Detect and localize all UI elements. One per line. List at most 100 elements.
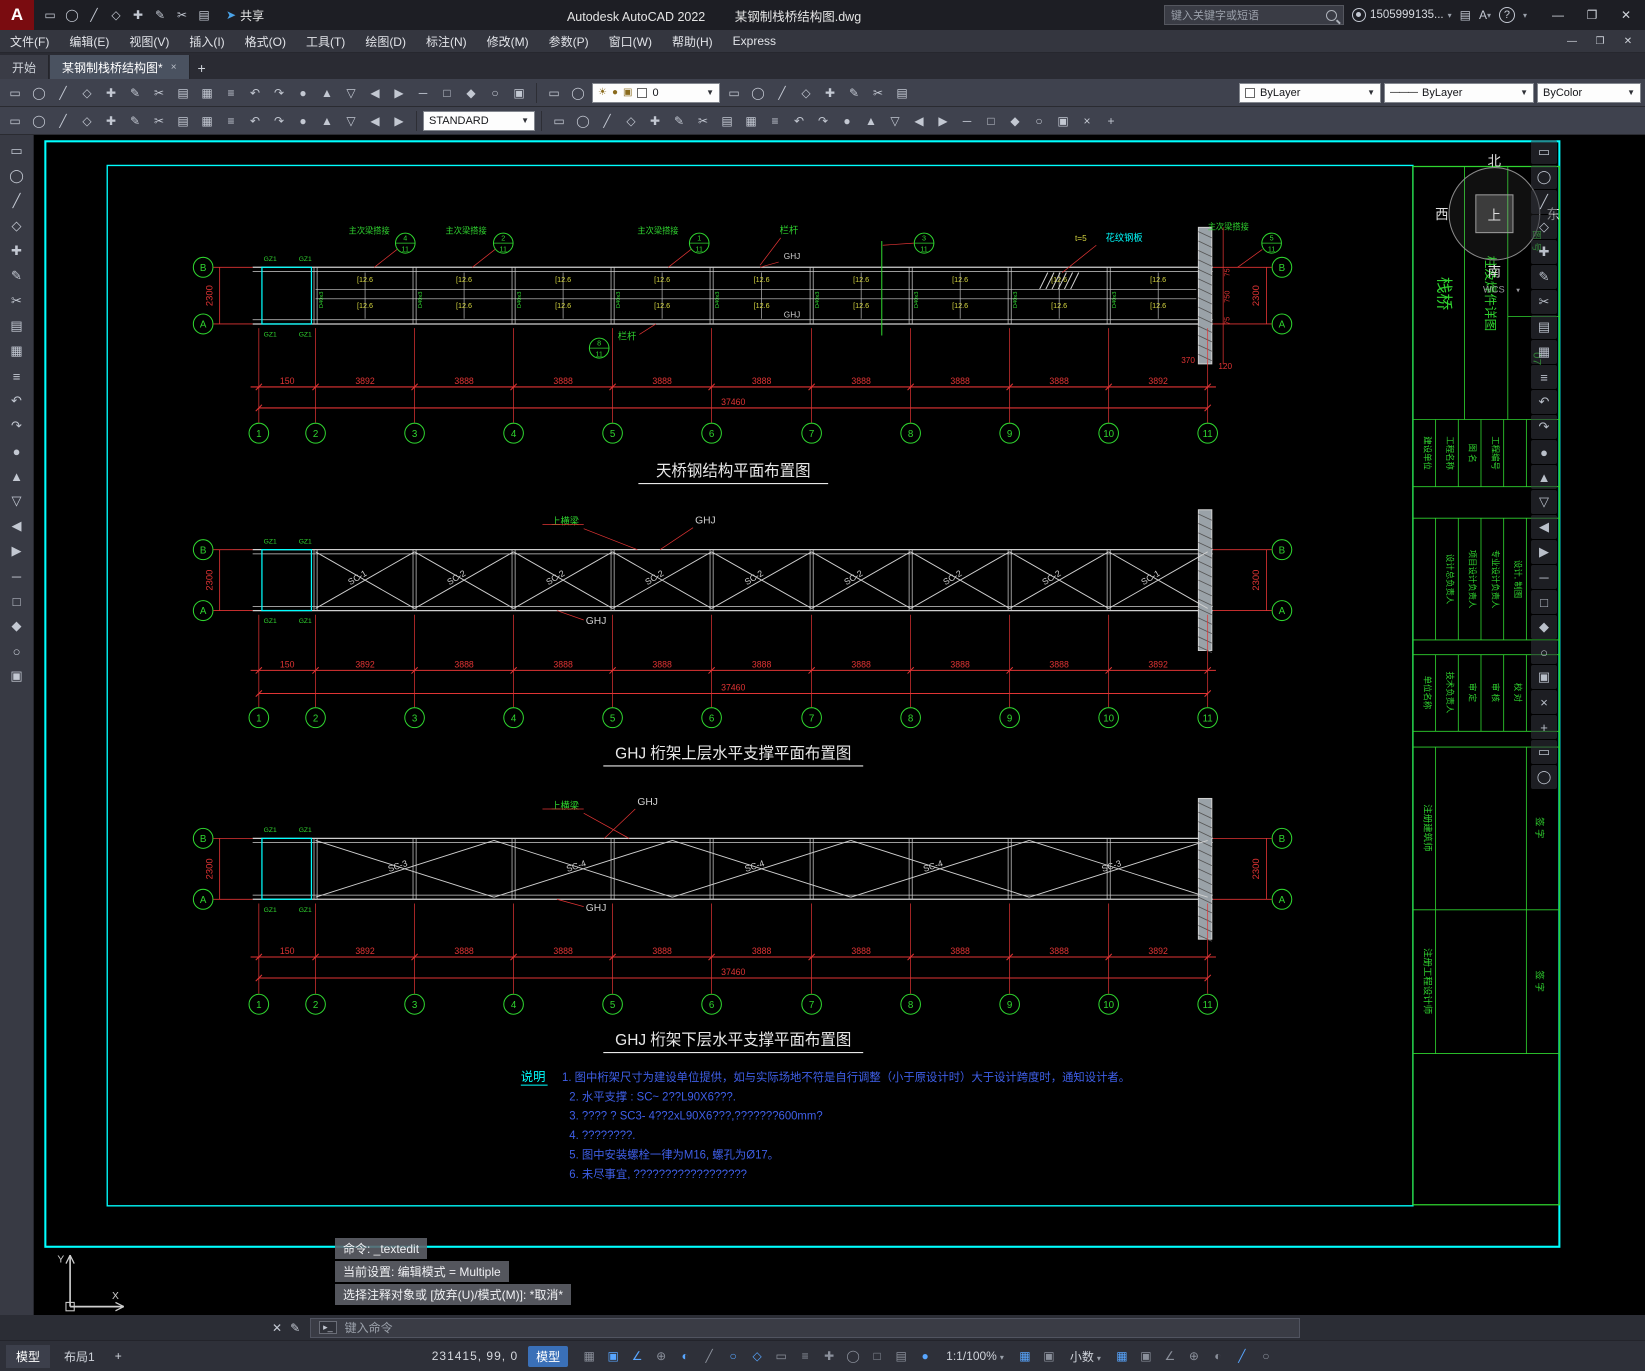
menu-item-Express[interactable]: Express	[723, 34, 786, 48]
layer-freeze-icon[interactable]: ◇	[795, 82, 817, 104]
add-layout-button[interactable]: +	[109, 1349, 128, 1363]
layer-properties-icon[interactable]: ▭	[543, 82, 565, 104]
infer-constraints-toggle[interactable]: ▦	[578, 1346, 600, 1366]
text-style-combo[interactable]: STANDARD ▼	[423, 110, 535, 131]
plot-style-icon[interactable]: ✂	[148, 110, 170, 132]
blend-curves-icon[interactable]: ─	[1531, 565, 1557, 589]
ortho-mode-toggle[interactable]: ⊕	[650, 1346, 672, 1366]
model-space-badge[interactable]: 模型	[528, 1345, 569, 1367]
save-icon[interactable]: ╱	[84, 5, 104, 25]
annotation-scale-button[interactable]: 1:1/100% ▾	[940, 1349, 1010, 1363]
offset-icon[interactable]: ◇	[1531, 215, 1557, 239]
leader-icon[interactable]: ▣	[1052, 110, 1074, 132]
hatch-icon[interactable]: ▽	[4, 489, 30, 513]
search-input[interactable]: 键入关键字或短语	[1164, 5, 1345, 25]
join-icon[interactable]: ▽	[1531, 490, 1557, 514]
text-icon[interactable]: ×	[1076, 110, 1098, 132]
stretch-icon[interactable]: ▦	[1531, 340, 1557, 364]
menu-item-修改(M)[interactable]: 修改(M)	[477, 33, 539, 50]
scale-icon[interactable]: ▤	[1531, 315, 1557, 339]
menu-item-文件(F)[interactable]: 文件(F)	[0, 33, 59, 50]
field-icon[interactable]: ▲	[316, 110, 338, 132]
erase-icon[interactable]: ▭	[1531, 140, 1557, 164]
menu-item-窗口(W)[interactable]: 窗口(W)	[599, 33, 662, 50]
zoom-window-icon[interactable]: ▶	[388, 82, 410, 104]
lock-ui-toggle[interactable]: ⊕	[1183, 1346, 1205, 1366]
account-button[interactable]: 1505999135... ▾	[1352, 8, 1452, 22]
save-as-icon[interactable]: ◇	[106, 5, 126, 25]
selection-filtering-toggle[interactable]: ▤	[890, 1346, 912, 1366]
gizmo-toggle[interactable]: ●	[914, 1346, 936, 1366]
units-button[interactable]: 小数 ▾	[1064, 1348, 1107, 1365]
dim-angular-icon[interactable]: □	[980, 110, 1002, 132]
data-link-icon[interactable]: ◀	[364, 110, 386, 132]
layer-isolate-icon[interactable]: ▤	[891, 82, 913, 104]
line-icon[interactable]: ▭	[4, 139, 30, 163]
multileader-style-icon[interactable]: ✎	[124, 110, 146, 132]
table-style-icon[interactable]: ◇	[76, 110, 98, 132]
zoom-previous-icon[interactable]: ─	[412, 82, 434, 104]
menu-item-帮助(H)[interactable]: 帮助(H)	[662, 33, 723, 50]
search-icon[interactable]	[1326, 9, 1338, 21]
table-icon[interactable]: ─	[4, 564, 30, 588]
update-field-icon[interactable]: ▽	[340, 110, 362, 132]
array-icon[interactable]: ●	[836, 110, 858, 132]
region-icon[interactable]: ▶	[4, 539, 30, 563]
rotate-icon[interactable]: ✂	[1531, 290, 1557, 314]
redo-icon[interactable]: ✂	[172, 5, 192, 25]
move-icon[interactable]: ▭	[548, 110, 570, 132]
menu-item-插入(I)[interactable]: 插入(I)	[179, 33, 234, 50]
edit-hatch-icon[interactable]: ▣	[1531, 665, 1557, 689]
tab-document[interactable]: 某钢制栈桥结构图* ×	[50, 55, 190, 79]
quick-calc-icon[interactable]: ●	[292, 110, 314, 132]
command-close-icon[interactable]: ✕	[272, 1321, 282, 1335]
erase-icon[interactable]: ▽	[884, 110, 906, 132]
break-icon[interactable]: ▦	[740, 110, 762, 132]
customize-qat-icon[interactable]: ▤	[194, 5, 214, 25]
object-snap-toggle[interactable]: ◇	[746, 1346, 768, 1366]
minimize-button[interactable]: —	[1541, 0, 1575, 30]
chamfer-icon[interactable]: ↶	[788, 110, 810, 132]
chamfer-icon[interactable]: ◀	[1531, 515, 1557, 539]
open-icon[interactable]: ◯	[62, 5, 82, 25]
close-button[interactable]: ✕	[1609, 0, 1643, 30]
copy-obj-icon[interactable]: ◯	[572, 110, 594, 132]
doc-minimize-button[interactable]: —	[1559, 30, 1585, 52]
layer-combo[interactable]: ☀ ● ▣ 0 ▼	[592, 82, 720, 103]
rotate-icon[interactable]: ◇	[620, 110, 642, 132]
plot-preview-icon[interactable]: ✎	[124, 82, 146, 104]
redo-icon[interactable]: ▲	[316, 82, 338, 104]
menu-item-工具(T)[interactable]: 工具(T)	[296, 33, 355, 50]
cut-icon[interactable]: ▤	[172, 82, 194, 104]
polygon-icon[interactable]: ◇	[4, 214, 30, 238]
autocad-logo-icon[interactable]: A	[0, 0, 34, 30]
doc-restore-button[interactable]: ❐	[1587, 30, 1613, 52]
revision-cloud-icon[interactable]: ▤	[4, 314, 30, 338]
fillet-icon[interactable]: ▶	[1531, 540, 1557, 564]
qnew-icon[interactable]: ▭	[4, 82, 26, 104]
move-icon[interactable]: ✎	[1531, 265, 1557, 289]
layer-walk-icon[interactable]: ╱	[771, 82, 793, 104]
arc-icon[interactable]: ✎	[4, 264, 30, 288]
grid-display-toggle[interactable]: ∠	[626, 1346, 648, 1366]
command-input[interactable]: ▸_ 键入命令	[310, 1317, 1301, 1338]
layout1-tab[interactable]: 布局1	[54, 1345, 105, 1368]
transparency-toggle[interactable]: ≡	[794, 1346, 816, 1366]
text-style-icon[interactable]: ◯	[28, 110, 50, 132]
plotstyle-combo[interactable]: ByColor ▼	[1537, 82, 1641, 103]
offset-icon[interactable]: ▲	[860, 110, 882, 132]
spline-icon[interactable]: ▦	[4, 339, 30, 363]
clean-screen-toggle[interactable]: ○	[1255, 1346, 1277, 1366]
menu-item-绘图(D)[interactable]: 绘图(D)	[355, 33, 416, 50]
layer-off-icon[interactable]: ✚	[819, 82, 841, 104]
trim-icon[interactable]: ✂	[692, 110, 714, 132]
copy-icon[interactable]: ▦	[196, 82, 218, 104]
ungroup-icon[interactable]: ↶	[244, 110, 266, 132]
dim-linear-icon[interactable]: ▶	[932, 110, 954, 132]
qnew-icon[interactable]: ▭	[40, 5, 60, 25]
graphics-performance-toggle[interactable]: ╱	[1231, 1346, 1253, 1366]
array-icon[interactable]: ✚	[1531, 240, 1557, 264]
draw-order-icon[interactable]: +	[1531, 715, 1557, 739]
model-tab[interactable]: 模型	[6, 1344, 51, 1368]
copy-icon[interactable]: ◯	[1531, 165, 1557, 189]
